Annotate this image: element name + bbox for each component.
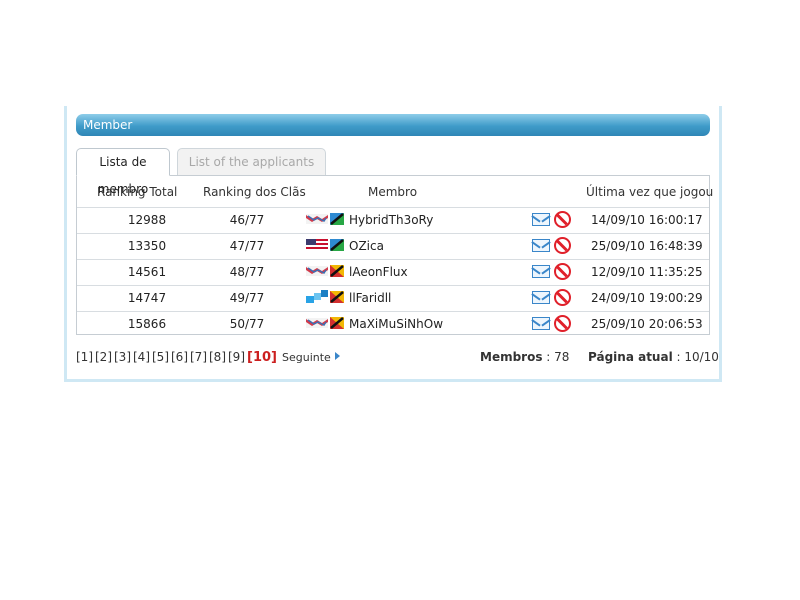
member-icons xyxy=(306,316,346,332)
clan-flag-icon xyxy=(306,239,328,251)
mail-icon[interactable] xyxy=(532,265,550,278)
current-page-value: : 10/10 xyxy=(672,350,719,364)
member-icons xyxy=(306,212,346,228)
page-link[interactable]: [9] xyxy=(228,350,245,364)
member-icons xyxy=(306,290,346,306)
member-icons xyxy=(306,264,346,280)
page-link[interactable]: [2] xyxy=(95,350,112,364)
rank-clan-cell: 46/77 xyxy=(229,213,265,227)
block-icon[interactable] xyxy=(554,237,571,254)
rank-clan-cell: 50/77 xyxy=(229,317,265,331)
table-row: 12988 46/77 HybridTh3oRy 14/09/10 16:00:… xyxy=(77,207,709,232)
member-count-label: Membros xyxy=(480,350,543,364)
block-icon[interactable] xyxy=(554,289,571,306)
last-played-cell: 12/09/10 11:35:25 xyxy=(591,265,703,279)
page-link[interactable]: [4] xyxy=(133,350,150,364)
current-page-indicator: Página atual : 10/10 xyxy=(588,350,719,364)
rank-total-cell: 14561 xyxy=(127,265,167,279)
page-link[interactable]: [7] xyxy=(190,350,207,364)
member-count: Membros : 78 xyxy=(480,350,569,364)
table-row: 14747 49/77 llFaridll 24/09/10 19:00:29 xyxy=(77,285,709,310)
page-link[interactable]: [8] xyxy=(209,350,226,364)
block-icon[interactable] xyxy=(554,211,571,228)
page-link[interactable]: [6] xyxy=(171,350,188,364)
member-name-link[interactable]: OZica xyxy=(349,239,384,253)
last-played-cell: 24/09/10 19:00:29 xyxy=(591,291,703,305)
country-flag-icon xyxy=(330,317,344,329)
rank-total-cell: 15866 xyxy=(127,317,167,331)
member-name-link[interactable]: lAeonFlux xyxy=(349,265,408,279)
rank-total-cell: 14747 xyxy=(127,291,167,305)
member-count-value: : 78 xyxy=(542,350,570,364)
member-name-link[interactable]: MaXiMuSiNhOw xyxy=(349,317,443,331)
page-link[interactable]: [5] xyxy=(152,350,169,364)
last-played-cell: 14/09/10 16:00:17 xyxy=(591,213,703,227)
clan-flag-icon xyxy=(306,290,328,303)
panel-title: Member xyxy=(76,114,710,136)
mail-icon[interactable] xyxy=(532,317,550,330)
block-icon[interactable] xyxy=(554,315,571,332)
country-flag-icon xyxy=(330,265,344,277)
country-flag-icon xyxy=(330,291,344,303)
rank-total-cell: 12988 xyxy=(127,213,167,227)
current-page: [10] xyxy=(247,350,277,365)
last-played-cell: 25/09/10 20:06:53 xyxy=(591,317,703,331)
next-page-label: Seguinte xyxy=(281,351,331,364)
arrow-right-icon xyxy=(334,352,340,360)
mail-icon[interactable] xyxy=(532,213,550,226)
mail-icon[interactable] xyxy=(532,239,550,252)
pagination: [1] [2] [3] [4] [5] [6] [7] [8] [9] [10] Seguinte xyxy=(76,350,344,365)
column-header-rank-clan: Ranking dos Clãs xyxy=(203,185,306,199)
member-icons xyxy=(306,238,346,254)
column-header-last-played: Última vez que jogou xyxy=(586,185,714,199)
tab-member-list[interactable]: Lista de membro xyxy=(76,148,170,196)
rank-clan-cell: 47/77 xyxy=(229,239,265,253)
rank-clan-cell: 49/77 xyxy=(229,291,265,305)
current-page-label: Página atual xyxy=(588,350,673,364)
table-row: 14561 48/77 lAeonFlux 12/09/10 11:35:25 xyxy=(77,259,709,284)
rank-total-cell: 13350 xyxy=(127,239,167,253)
block-icon[interactable] xyxy=(554,263,571,280)
clan-flag-icon xyxy=(306,318,328,328)
clan-flag-icon xyxy=(306,214,328,224)
mail-icon[interactable] xyxy=(532,291,550,304)
page-link[interactable]: [1] xyxy=(76,350,93,364)
member-name-link[interactable]: HybridTh3oRy xyxy=(349,213,433,227)
last-played-cell: 25/09/10 16:48:39 xyxy=(591,239,703,253)
rank-clan-cell: 48/77 xyxy=(229,265,265,279)
table-row: 15866 50/77 MaXiMuSiNhOw 25/09/10 20:06:… xyxy=(77,311,709,336)
country-flag-icon xyxy=(330,213,344,225)
column-header-member: Membro xyxy=(368,185,418,199)
country-flag-icon xyxy=(330,239,344,251)
next-page-button[interactable]: Seguinte xyxy=(282,351,342,364)
clan-flag-icon xyxy=(306,266,328,276)
tab-applicants[interactable]: List of the applicants xyxy=(177,148,326,176)
table-row: 13350 47/77 OZica 25/09/10 16:48:39 xyxy=(77,233,709,258)
member-name-link[interactable]: llFaridll xyxy=(349,291,391,305)
page-link[interactable]: [3] xyxy=(114,350,131,364)
